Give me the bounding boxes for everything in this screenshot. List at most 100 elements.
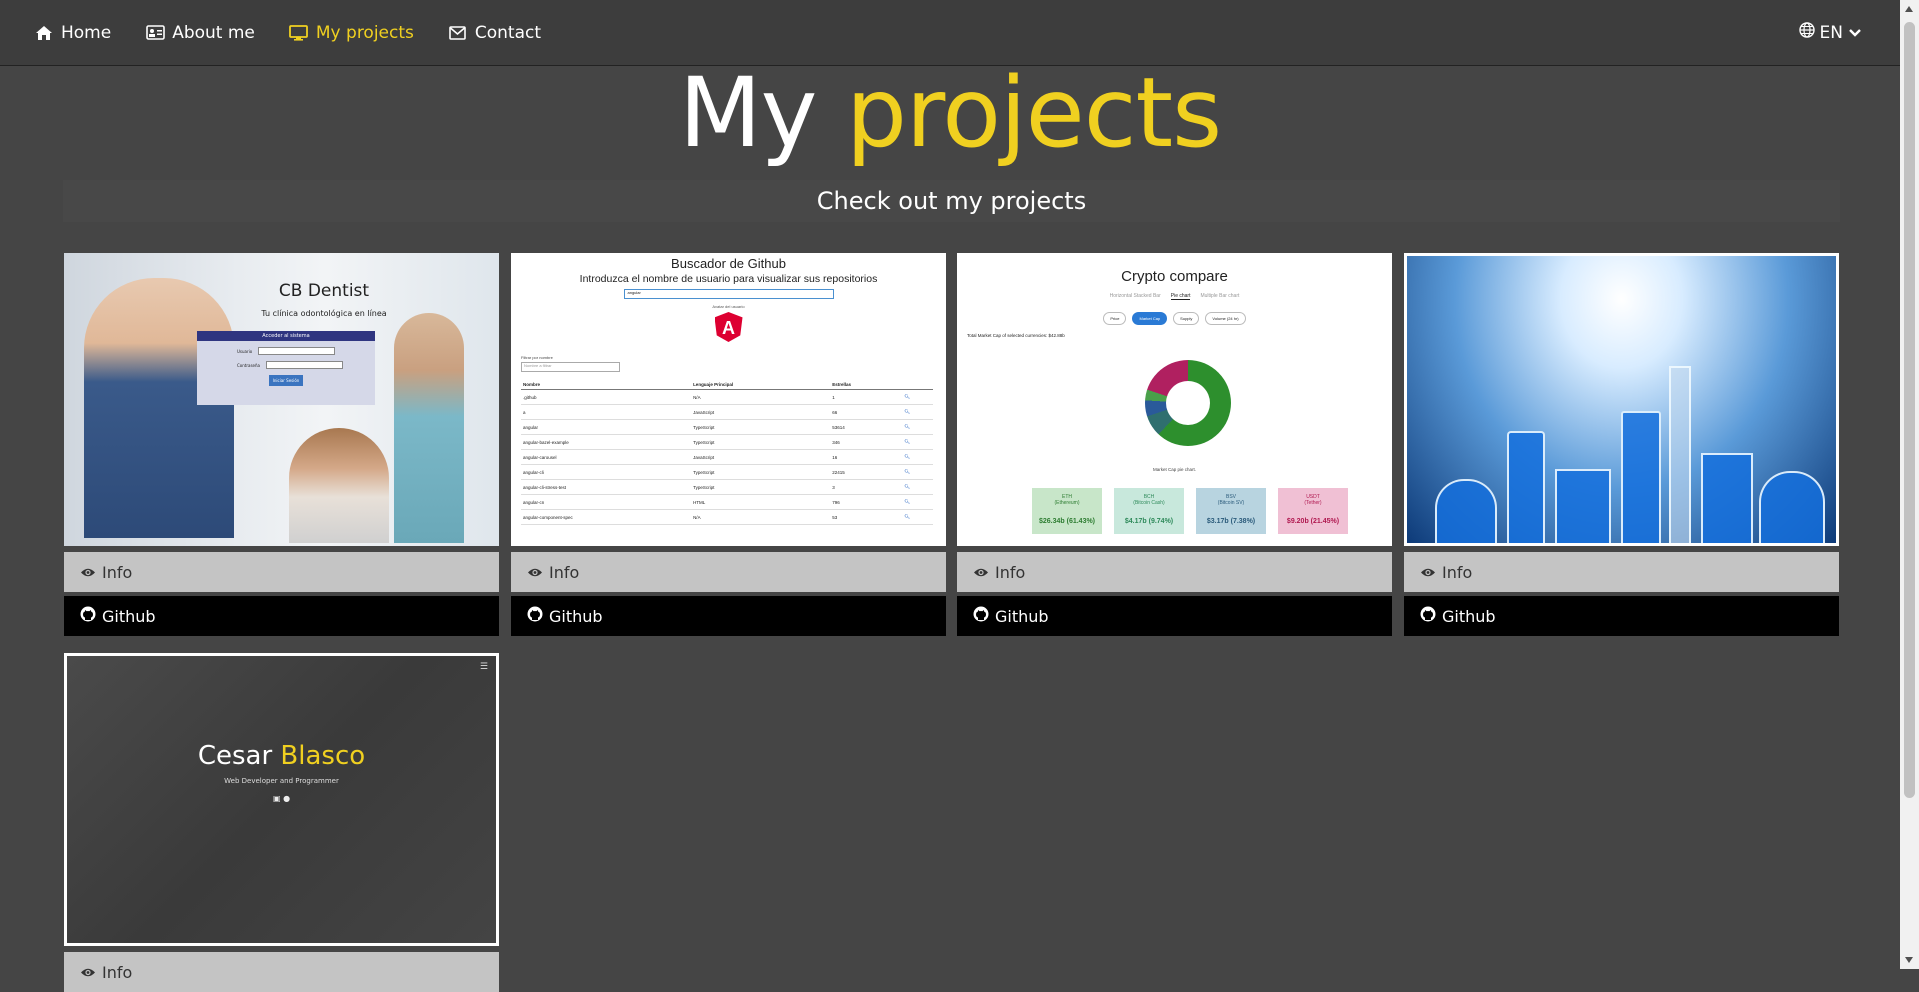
table-row: angular-cli TypeScript 22415 🔍︎ <box>521 464 933 480</box>
github-button[interactable]: Github <box>511 596 946 636</box>
table-row: angular-cn HTML 796 🔍︎ <box>521 494 933 510</box>
patient-figure <box>289 428 389 543</box>
nav-home-label: Home <box>61 22 112 43</box>
github-button[interactable]: Github <box>64 596 499 636</box>
page-title-first: My <box>678 57 818 169</box>
page-title-highlight: projects <box>845 57 1222 169</box>
page-title: My projects <box>0 58 1900 168</box>
project-thumbnail-chemistry[interactable] <box>1404 253 1839 546</box>
info-button[interactable]: Info <box>511 552 946 592</box>
eye-icon <box>1420 563 1436 582</box>
portfolio-role: Web Developer and Programmer <box>224 777 339 785</box>
info-button-label: Info <box>102 962 133 982</box>
project-thumbnail-dentist[interactable]: CB Dentist Tu clínica odontológica en lí… <box>64 253 499 546</box>
github-icon: ● <box>283 794 291 803</box>
eye-icon <box>80 963 96 982</box>
project-card-portfolio: ☰ Cesar Blasco Web Developer and Program… <box>64 653 499 992</box>
page-subtitle-bar: Check out my projects <box>63 180 1840 222</box>
coin-card: USDT (Tether) $9.20b (21.45%) <box>1278 488 1348 534</box>
crypto-pill: Price <box>1103 312 1127 325</box>
home-icon <box>34 24 54 42</box>
hamburger-menu-icon: ☰ <box>479 662 488 672</box>
portfolio-social-icons: ▣ ● <box>67 794 496 803</box>
project-card-crypto-compare: Crypto compare Horizontal Stacked Bar Pi… <box>957 253 1392 636</box>
search-icon: 🔍︎ <box>902 509 933 525</box>
assistant-figure <box>394 313 464 543</box>
table-row: angular TypeScript 53614 🔍︎ <box>521 419 933 435</box>
page-scrollbar[interactable] <box>1900 0 1919 969</box>
crypto-total: Total Market Cap of selected currencies:… <box>967 333 1065 338</box>
search-icon: 🔍︎ <box>902 434 933 450</box>
crypto-title: Crypto compare <box>1121 268 1228 285</box>
table-header: Nombre <box>521 380 692 390</box>
github-finder-filter-input: Nombre a filtrar <box>521 362 620 372</box>
project-thumbnail-portfolio[interactable]: ☰ Cesar Blasco Web Developer and Program… <box>64 653 499 946</box>
info-button-label: Info <box>549 562 580 582</box>
monitor-icon <box>289 24 309 42</box>
crypto-tab: Multiple Bar chart <box>1200 293 1240 299</box>
crypto-tabs: Horizontal Stacked Bar Pie chart Multipl… <box>957 293 1392 300</box>
github-button[interactable]: Github <box>1404 596 1839 636</box>
chevron-down-icon <box>1848 23 1862 43</box>
github-button-label: Github <box>549 606 603 626</box>
nav-contact[interactable]: Contact <box>448 23 541 43</box>
table-row: angular-component-spec N/A 53 🔍︎ <box>521 509 933 525</box>
page-subtitle: Check out my projects <box>816 187 1087 215</box>
beaker-shape <box>1555 469 1611 543</box>
nav-home[interactable]: Home <box>34 23 111 43</box>
dentist-login-box: Acceder al sistema Usuario Contraseña In… <box>197 331 375 405</box>
github-icon <box>527 606 543 626</box>
crypto-pill: Supply <box>1173 312 1200 325</box>
nav-projects-label: My projects <box>315 22 414 43</box>
language-selector[interactable]: EN <box>1798 22 1862 43</box>
search-icon: 🔍︎ <box>902 494 933 510</box>
id-card-icon <box>145 24 165 42</box>
tube-shape <box>1621 411 1661 543</box>
crypto-tab: Horizontal Stacked Bar <box>1109 293 1161 299</box>
dentist-figure <box>84 278 234 538</box>
dentist-login-header: Acceder al sistema <box>197 331 375 341</box>
language-label: EN <box>1819 22 1843 43</box>
eye-icon <box>973 563 989 582</box>
search-icon: 🔍︎ <box>902 464 933 480</box>
dentist-user-field <box>258 347 336 355</box>
table-header: Lenguaje Principal <box>691 380 831 390</box>
nav-contact-label: Contact <box>474 22 542 43</box>
info-button[interactable]: Info <box>64 552 499 592</box>
portfolio-name: Cesar Blasco <box>67 741 496 771</box>
project-thumbnail-crypto-compare[interactable]: Crypto compare Horizontal Stacked Bar Pi… <box>957 253 1392 546</box>
crypto-pill-active: Market Cap <box>1132 312 1168 325</box>
coin-card: BCH (Bitcoin Cash) $4.17b (9.74%) <box>1114 488 1184 534</box>
beaker-shape <box>1701 453 1753 543</box>
dentist-site-title: CB Dentist <box>278 281 370 301</box>
github-button-label: Github <box>1442 606 1496 626</box>
info-button[interactable]: Info <box>1404 552 1839 592</box>
github-finder-input: angular <box>623 289 834 299</box>
flask-shape <box>1759 471 1825 543</box>
scroll-down-arrow-icon[interactable] <box>1905 957 1913 963</box>
info-button-label: Info <box>995 562 1026 582</box>
crypto-pills: Price Market Cap Supply Volume (24 hr) <box>957 312 1392 325</box>
project-thumbnail-github-finder[interactable]: Buscador de Github Introduzca el nombre … <box>511 253 946 546</box>
coin-card: ETH (Ethereum) $26.34b (61.43%) <box>1032 488 1102 534</box>
github-icon <box>1420 606 1436 626</box>
project-card-chemistry: Info Github <box>1404 253 1839 636</box>
nav-about-label: About me <box>172 22 255 43</box>
dentist-site-tagline: Tu clínica odontológica en línea <box>261 309 387 318</box>
crypto-tab-active: Pie chart <box>1170 293 1191 300</box>
info-button[interactable]: Info <box>957 552 1392 592</box>
scroll-up-arrow-icon[interactable] <box>1905 6 1913 12</box>
globe-icon <box>1798 22 1815 43</box>
github-button[interactable]: Github <box>957 596 1392 636</box>
search-icon: 🔍︎ <box>902 404 933 420</box>
nav-projects[interactable]: My projects <box>289 23 414 43</box>
tube-shape <box>1669 366 1691 543</box>
dentist-user-label: Usuario <box>237 348 253 354</box>
scrollbar-thumb[interactable] <box>1904 22 1915 798</box>
github-button-label: Github <box>102 606 156 626</box>
table-header: Estrellas <box>830 380 903 390</box>
github-finder-subtitle: Introduzca el nombre de usuario para vis… <box>579 273 878 285</box>
nav-about[interactable]: About me <box>145 23 255 43</box>
info-button[interactable]: Info <box>64 952 499 992</box>
portfolio-first-name: Cesar <box>197 741 273 771</box>
